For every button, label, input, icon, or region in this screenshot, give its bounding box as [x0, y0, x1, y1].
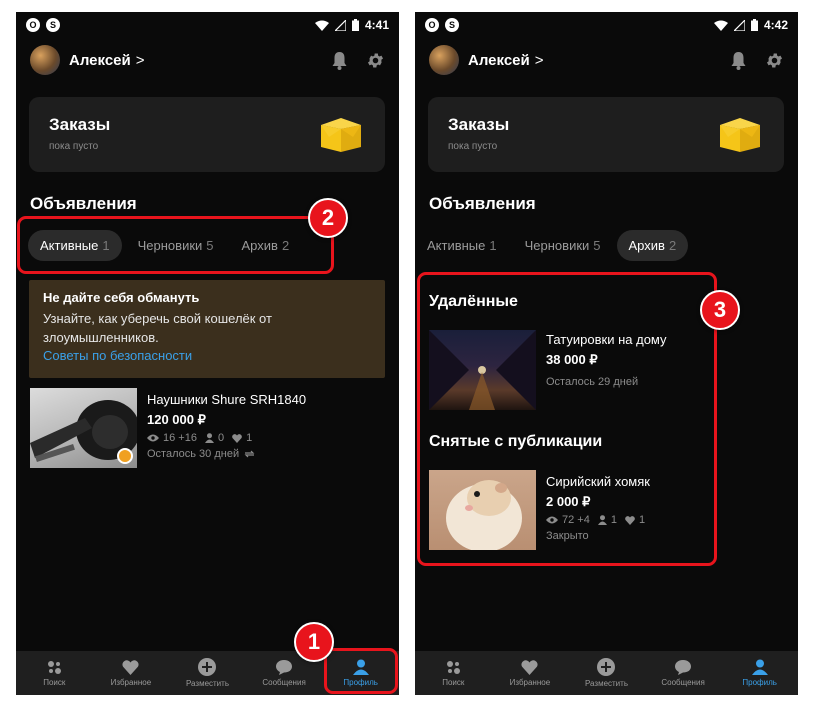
tab-active[interactable]: Активные 1	[415, 230, 509, 261]
avatar[interactable]	[30, 45, 60, 75]
eye-icon	[147, 434, 159, 442]
chat-icon	[276, 660, 293, 675]
battery-icon	[750, 19, 758, 31]
gear-icon[interactable]	[765, 51, 784, 70]
nav-label: Разместить	[185, 679, 229, 688]
plus-icon	[198, 658, 217, 676]
security-tips-link[interactable]: Советы по безопасности	[43, 348, 192, 363]
heart-icon	[521, 659, 538, 675]
nav-label: Сообщения	[661, 678, 705, 687]
opera-icon: O	[425, 18, 439, 32]
signal-icon	[733, 19, 745, 31]
chevron-right-icon[interactable]: >	[136, 52, 145, 69]
wifi-icon	[713, 20, 728, 31]
orders-card[interactable]: Заказы пока пусто	[428, 97, 784, 172]
orders-subtitle: пока пусто	[448, 141, 498, 152]
orders-subtitle: пока пусто	[49, 141, 99, 152]
step-badge-1: 1	[294, 622, 334, 662]
ad-price: 120 000 ₽	[147, 412, 206, 427]
nav-post[interactable]: Разместить	[568, 651, 645, 695]
box-icon	[321, 118, 361, 152]
delivery-badge-icon	[117, 448, 133, 464]
heart-icon	[232, 433, 242, 443]
section-title-ads: Объявления	[429, 194, 536, 213]
list-item-ad[interactable]: Наушники Shure SRH1840 120 000 ₽ 16 +16 …	[30, 388, 306, 468]
nav-profile[interactable]: Профиль	[721, 651, 798, 695]
ads-tabs: Активные 1 Черновики 5 Архив 2	[415, 230, 689, 261]
box-icon	[720, 118, 760, 152]
chevron-right-icon[interactable]: >	[535, 52, 544, 69]
nav-label: Избранное	[110, 677, 152, 687]
bell-icon[interactable]	[331, 51, 348, 70]
tab-count: 1	[489, 238, 497, 253]
wifi-icon	[314, 20, 329, 31]
nav-messages[interactable]: Сообщения	[645, 651, 722, 695]
ad-title: Наушники Shure SRH1840	[147, 392, 307, 407]
tab-archive[interactable]: Архив 2	[616, 230, 689, 261]
bottom-navigation: Поиск Избранное Разместить Сообщения Про…	[415, 651, 798, 695]
highlight-archive-list	[417, 272, 717, 566]
orders-card[interactable]: Заказы пока пусто	[29, 97, 385, 172]
search-icon	[446, 660, 460, 674]
opera-icon: O	[26, 18, 40, 32]
nav-favorites[interactable]: Избранное	[492, 651, 569, 695]
step-badge-2: 2	[308, 198, 348, 238]
person-icon	[204, 433, 214, 443]
step-badge-3: 3	[700, 290, 740, 330]
highlight-tabs	[17, 216, 334, 274]
status-time: 4:42	[763, 18, 788, 32]
heart-icon	[122, 659, 139, 675]
battery-icon	[351, 19, 359, 31]
status-bar: O S 4:42	[415, 12, 798, 38]
nav-label: Поиск	[43, 677, 66, 687]
nav-label: Разместить	[584, 679, 628, 688]
profile-name[interactable]: Алексей	[69, 52, 131, 69]
avatar[interactable]	[429, 45, 459, 75]
search-icon	[47, 660, 61, 674]
profile-icon	[751, 659, 768, 675]
nav-label: Избранное	[509, 677, 551, 687]
nav-label: Поиск	[442, 677, 465, 687]
profile-header: Алексей >	[16, 38, 399, 82]
warning-title: Не дайте себя обмануть	[43, 290, 200, 305]
chat-icon	[675, 660, 692, 675]
sync-icon: S	[445, 18, 459, 32]
refresh-icon	[244, 450, 255, 458]
contacts-count: 0	[217, 432, 225, 444]
security-warning-card: Не дайте себя обмануть Узнайте, как убер…	[29, 280, 385, 378]
favorites-count: 1	[246, 432, 253, 444]
phone-screen-left: O S 4:41 Алексей > Заказы пока пусто Объ…	[16, 12, 399, 695]
sync-icon: S	[46, 18, 60, 32]
orders-title: Заказы	[49, 115, 111, 134]
nav-search[interactable]: Поиск	[16, 651, 93, 695]
ad-stats: 16 +16 0 1	[147, 432, 306, 444]
highlight-profile-tab	[324, 648, 398, 694]
status-time: 4:41	[364, 18, 389, 32]
tab-label: Архив	[628, 238, 665, 253]
profile-name[interactable]: Алексей	[468, 52, 530, 69]
tab-label: Активные	[427, 238, 486, 253]
nav-post[interactable]: Разместить	[169, 651, 246, 695]
profile-header: Алексей >	[415, 38, 798, 82]
tab-count: 2	[668, 238, 677, 253]
status-bar: O S 4:41	[16, 12, 399, 38]
views-count: 16 +16	[163, 432, 197, 444]
warning-text: Узнайте, как уберечь свой кошелёк от зло…	[43, 311, 272, 345]
nav-label: Сообщения	[262, 678, 306, 687]
tab-label: Черновики	[524, 238, 590, 253]
tab-count: 5	[593, 238, 601, 253]
plus-icon	[597, 658, 616, 676]
nav-label: Профиль	[742, 678, 777, 687]
orders-title: Заказы	[448, 115, 510, 134]
ad-thumbnail	[30, 388, 137, 468]
section-title-ads: Объявления	[30, 194, 137, 213]
signal-icon	[334, 19, 346, 31]
bell-icon[interactable]	[730, 51, 747, 70]
nav-search[interactable]: Поиск	[415, 651, 492, 695]
nav-favorites[interactable]: Избранное	[93, 651, 170, 695]
tab-drafts[interactable]: Черновики 5	[513, 230, 613, 261]
gear-icon[interactable]	[366, 51, 385, 70]
ad-remaining: Осталось 30 дней	[147, 448, 240, 460]
